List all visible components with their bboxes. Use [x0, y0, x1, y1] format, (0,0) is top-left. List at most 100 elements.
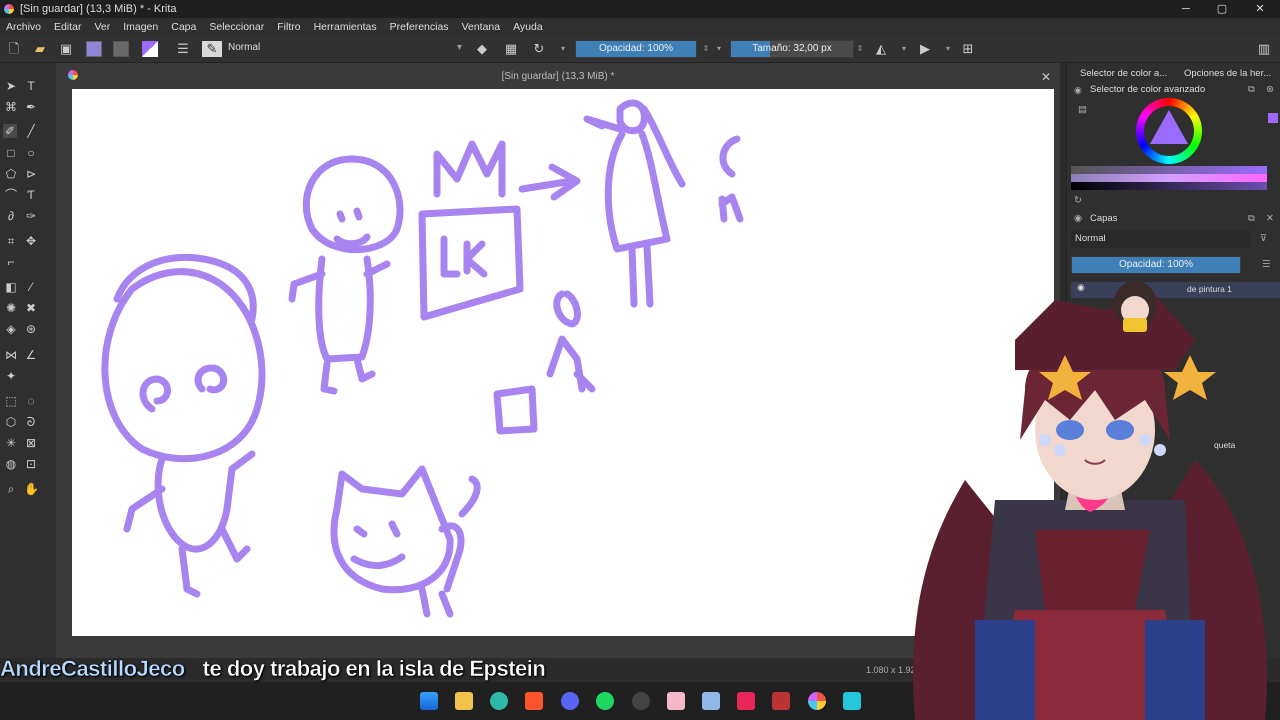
- close-layers-icon[interactable]: ✕: [1266, 213, 1274, 224]
- float-panel-icon[interactable]: ⧉: [1248, 84, 1255, 95]
- vtuber-app-icon[interactable]: [772, 692, 790, 710]
- mirror-horizontal-icon[interactable]: ◭: [873, 41, 889, 57]
- pan-tool-icon[interactable]: ✋: [24, 482, 39, 496]
- alpha-lock-icon[interactable]: ▦: [503, 41, 519, 57]
- color-triangle[interactable]: [1150, 110, 1188, 144]
- chevron-down-icon[interactable]: ▾: [940, 41, 956, 57]
- wrap-around-icon[interactable]: ⊞: [960, 41, 976, 57]
- bezier-tool-icon[interactable]: ⌒: [4, 188, 18, 202]
- close-panel-icon[interactable]: ⊗: [1266, 84, 1274, 95]
- fg-bg-color-icon[interactable]: [142, 41, 158, 57]
- layers-menu-icon[interactable]: ☰: [1262, 259, 1271, 270]
- tab-color-selector[interactable]: Selector de color a...: [1080, 68, 1167, 79]
- brush-settings-icon[interactable]: ☰: [175, 41, 191, 57]
- tiktok-icon[interactable]: [737, 692, 755, 710]
- menu-imagen[interactable]: Imagen: [123, 21, 158, 33]
- menu-editar[interactable]: Editar: [54, 21, 81, 33]
- saturation-bar[interactable]: [1071, 174, 1267, 182]
- rect-select-icon[interactable]: ⬚: [4, 394, 18, 408]
- magnetic-select-icon[interactable]: ⊡: [24, 457, 38, 471]
- eraser-icon[interactable]: ◆: [474, 41, 490, 57]
- filter-icon[interactable]: ⊽: [1260, 233, 1267, 244]
- colorize-mask-icon[interactable]: ✺: [4, 301, 18, 315]
- layers-blend-select[interactable]: Normal: [1071, 230, 1251, 248]
- contiguous-select-icon[interactable]: ✳: [4, 436, 18, 450]
- rectangle-tool-icon[interactable]: □: [4, 146, 18, 160]
- open-folder-icon[interactable]: ▰: [32, 41, 48, 57]
- assistant-tool-icon[interactable]: ⋈: [4, 348, 18, 362]
- bezier-select-icon[interactable]: ◍: [4, 457, 18, 471]
- snipping-tool-icon[interactable]: [702, 692, 720, 710]
- select-shapes-icon[interactable]: ➤: [4, 79, 18, 93]
- measure-tool-icon[interactable]: ∠: [24, 348, 38, 362]
- docker-layout-icon[interactable]: ▥: [1256, 41, 1272, 57]
- multibrush-icon[interactable]: ✑: [24, 209, 38, 223]
- mirror-vertical-icon[interactable]: ▶: [917, 41, 933, 57]
- krita-taskbar-icon[interactable]: [808, 692, 826, 710]
- float-layers-icon[interactable]: ⧉: [1248, 213, 1255, 224]
- sticky-app-icon[interactable]: [667, 692, 685, 710]
- value-bar[interactable]: [1071, 166, 1267, 174]
- similar-select-icon[interactable]: ⊠: [24, 436, 38, 450]
- chevron-down-icon[interactable]: ▾: [711, 41, 727, 57]
- maximize-button[interactable]: ▢: [1204, 0, 1240, 18]
- close-document-icon[interactable]: ✕: [1041, 70, 1051, 84]
- spotify-icon[interactable]: [596, 692, 614, 710]
- color-settings-icon[interactable]: ▤: [1078, 104, 1087, 115]
- close-window-button[interactable]: ✕: [1242, 0, 1278, 18]
- current-color-swatch[interactable]: [1268, 113, 1278, 123]
- fill-tool-icon[interactable]: ◈: [4, 322, 18, 336]
- polygon-tool-icon[interactable]: ⬠: [4, 167, 18, 181]
- luminance-bar[interactable]: [1071, 182, 1267, 190]
- discord-icon[interactable]: [561, 692, 579, 710]
- menu-archivo[interactable]: Archivo: [6, 21, 41, 33]
- transform-tool-icon[interactable]: ⌐: [4, 255, 18, 269]
- layers-opacity-slider[interactable]: Opacidad: 100%: [1071, 256, 1241, 274]
- size-slider[interactable]: Tamaño: 32,00 px: [730, 40, 854, 58]
- edit-shapes-icon[interactable]: ⌘: [4, 100, 18, 114]
- polyline-tool-icon[interactable]: ⊳: [24, 167, 38, 181]
- color-picker-icon[interactable]: ⁄: [24, 280, 38, 294]
- zoom-tool-icon[interactable]: ⌕: [4, 482, 18, 496]
- gradient-swatch-icon[interactable]: [113, 41, 129, 57]
- size-stepper-icon[interactable]: ⇕: [852, 41, 868, 57]
- smart-patch-icon[interactable]: ✖: [24, 301, 38, 315]
- ellipse-select-icon[interactable]: ◌: [24, 394, 38, 408]
- minimize-button[interactable]: ─: [1168, 0, 1204, 18]
- move-tool-icon[interactable]: ✥: [24, 234, 38, 248]
- menu-herramientas[interactable]: Herramientas: [314, 21, 377, 33]
- polygon-select-icon[interactable]: ⬡: [4, 415, 18, 429]
- menu-filtro[interactable]: Filtro: [277, 21, 300, 33]
- ellipse-tool-icon[interactable]: ○: [24, 146, 38, 160]
- brave-browser-icon[interactable]: [525, 692, 543, 710]
- document-tab[interactable]: [Sin guardar] (13,3 MiB) *: [56, 68, 1060, 86]
- reload-icon[interactable]: ↻: [531, 41, 547, 57]
- menu-seleccionar[interactable]: Seleccionar: [209, 21, 264, 33]
- chevron-down-icon[interactable]: ▾: [555, 41, 571, 57]
- menu-ventana[interactable]: Ventana: [462, 21, 501, 33]
- blend-mode-select[interactable]: Normal ▾: [228, 42, 464, 56]
- menu-capa[interactable]: Capa: [171, 21, 196, 33]
- edge-browser-icon[interactable]: [490, 692, 508, 710]
- opacity-slider[interactable]: Opacidad: 100%: [575, 40, 697, 58]
- enclose-fill-icon[interactable]: ⊛: [24, 322, 38, 336]
- freehand-select-icon[interactable]: ᘐ: [24, 415, 38, 429]
- gradient-tool-icon[interactable]: ◧: [4, 280, 18, 294]
- pattern-swatch-icon[interactable]: [86, 41, 102, 57]
- reference-tool-icon[interactable]: ✦: [4, 369, 18, 383]
- freehand-path-icon[interactable]: Ƭ: [24, 188, 38, 202]
- hue-wheel[interactable]: [1136, 98, 1202, 164]
- menu-ayuda[interactable]: Ayuda: [513, 21, 543, 33]
- menu-ver[interactable]: Ver: [94, 21, 110, 33]
- calligraphy-icon[interactable]: ✒: [24, 100, 38, 114]
- dynamic-brush-icon[interactable]: ∂: [4, 209, 18, 223]
- capcut-icon[interactable]: [843, 692, 861, 710]
- tab-tool-options[interactable]: Opciones de la her...: [1184, 68, 1271, 79]
- windows-start-icon[interactable]: [420, 692, 438, 710]
- save-icon[interactable]: ▣: [58, 41, 74, 57]
- crop-tool-icon[interactable]: ⌗: [4, 234, 18, 248]
- file-explorer-icon[interactable]: [455, 692, 473, 710]
- refresh-icon[interactable]: ↻: [1074, 195, 1082, 206]
- brush-preset-icon[interactable]: ✎: [202, 41, 222, 57]
- freehand-brush-icon[interactable]: ✐: [3, 124, 17, 138]
